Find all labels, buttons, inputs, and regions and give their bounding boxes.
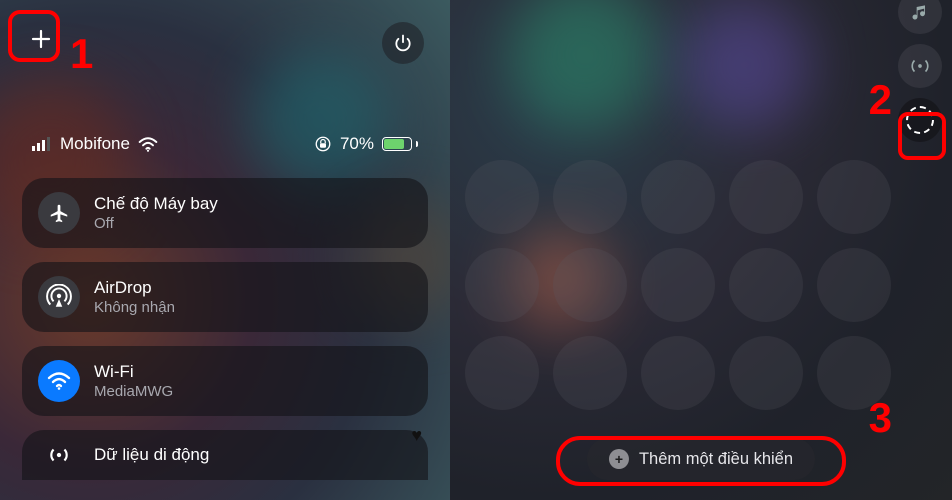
cellular-card[interactable]: Dữ liệu di động	[22, 430, 428, 480]
airplane-title: Chế độ Máy bay	[94, 194, 218, 214]
annotation-box-3	[556, 436, 846, 486]
airdrop-icon	[38, 276, 80, 318]
empty-slot[interactable]	[465, 160, 539, 234]
cellular-icon	[38, 434, 80, 476]
empty-slot[interactable]	[729, 248, 803, 322]
wifi-sub: MediaMWG	[94, 383, 173, 400]
wifi-card[interactable]: Wi-Fi MediaMWG	[22, 346, 428, 416]
wifi-icon	[138, 137, 158, 152]
empty-slot[interactable]	[817, 248, 891, 322]
airdrop-card[interactable]: AirDrop Không nhận	[22, 262, 428, 332]
annotation-number-2: 2	[869, 76, 892, 124]
wifi-card-icon	[38, 360, 80, 402]
airplane-sub: Off	[94, 215, 218, 232]
airdrop-title: AirDrop	[94, 278, 175, 298]
empty-slot[interactable]	[465, 248, 539, 322]
carrier-label: Mobifone	[60, 134, 130, 154]
control-center-right: + Thêm một điều khiển 2 3	[450, 0, 952, 500]
empty-slot[interactable]	[465, 336, 539, 410]
empty-slot[interactable]	[729, 336, 803, 410]
annotation-box-2	[898, 112, 946, 160]
empty-slot[interactable]	[641, 336, 715, 410]
annotation-number-3: 3	[869, 394, 892, 442]
empty-slot[interactable]	[729, 160, 803, 234]
empty-slot[interactable]	[641, 160, 715, 234]
airdrop-sub: Không nhận	[94, 299, 175, 316]
empty-slot[interactable]	[553, 336, 627, 410]
empty-slot-grid	[465, 160, 891, 410]
annotation-box-1	[8, 10, 60, 62]
status-bar: Mobifone 70%	[22, 134, 428, 154]
airplane-icon	[38, 192, 80, 234]
empty-slot[interactable]	[641, 248, 715, 322]
signal-icon	[32, 137, 52, 151]
music-icon[interactable]	[898, 0, 942, 34]
empty-slot[interactable]	[817, 160, 891, 234]
cellular-title: Dữ liệu di động	[94, 445, 209, 465]
power-button[interactable]	[382, 22, 424, 64]
heart-icon: ♥	[411, 425, 422, 446]
orientation-lock-icon	[314, 135, 332, 153]
battery-pct: 70%	[340, 134, 374, 154]
annotation-number-1: 1	[70, 30, 93, 78]
wifi-title: Wi-Fi	[94, 362, 173, 382]
empty-slot[interactable]	[553, 248, 627, 322]
empty-slot[interactable]	[553, 160, 627, 234]
hotspot-icon[interactable]	[898, 44, 942, 88]
control-center-left: Mobifone 70% Chế độ Máy bay Off	[0, 0, 450, 500]
airplane-mode-card[interactable]: Chế độ Máy bay Off	[22, 178, 428, 248]
battery-icon	[382, 137, 418, 151]
